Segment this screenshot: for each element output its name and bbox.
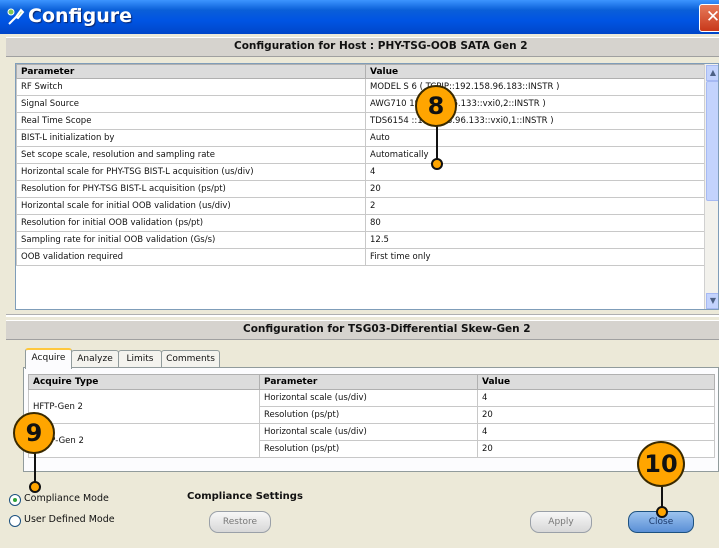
tab-analyze[interactable]: Analyze xyxy=(71,350,119,368)
scroll-thumb[interactable] xyxy=(706,81,718,201)
param-cell: Horizontal scale for initial OOB validat… xyxy=(16,197,366,215)
param-column-header[interactable]: Parameter xyxy=(16,64,366,79)
app-icon xyxy=(7,8,25,25)
window-title: Configure xyxy=(28,5,132,27)
table-row[interactable]: OOB validation required First time only xyxy=(16,248,705,266)
tab-comments[interactable]: Comments xyxy=(161,350,220,368)
table-row[interactable]: MFTP-Gen 2 Horizontal scale (us/div) 4 xyxy=(28,423,715,458)
param-cell: Signal Source xyxy=(16,95,366,113)
callout-8: 8 xyxy=(415,85,457,127)
param-cell: Resolution for PHY-TSG BIST-L acquisitio… xyxy=(16,180,366,198)
callout-10-marker xyxy=(656,506,668,518)
table-row[interactable]: RF Switch MODEL S 6 ( TCPIP::192.158.96.1… xyxy=(16,78,705,96)
acq-value-cell[interactable]: 20 xyxy=(477,406,715,424)
section-divider xyxy=(6,314,719,317)
restore-button[interactable]: Restore xyxy=(209,511,271,533)
table-row[interactable]: Set scope scale, resolution and sampling… xyxy=(16,146,705,164)
callout-9: 9 xyxy=(13,412,55,454)
param-cell: Real Time Scope xyxy=(16,112,366,130)
scroll-up-icon[interactable]: ▲ xyxy=(706,65,718,81)
param-cell: Resolution for initial OOB validation (p… xyxy=(16,214,366,232)
value-cell[interactable]: First time only xyxy=(365,248,705,266)
compliance-mode-label[interactable]: Compliance Mode xyxy=(24,493,109,504)
host-table: Parameter Value RF Switch MODEL S 6 ( TCP… xyxy=(16,64,705,266)
callout-8-marker xyxy=(431,158,443,170)
value-cell[interactable]: 80 xyxy=(365,214,705,232)
acq-value-cell[interactable]: 4 xyxy=(477,423,715,441)
acq-param-cell: Resolution (ps/pt) xyxy=(259,406,478,424)
value-cell[interactable]: MODEL S 6 ( TCPIP::192.158.96.183::INSTR… xyxy=(365,78,705,96)
value-cell[interactable]: 4 xyxy=(365,163,705,181)
host-parameter-table[interactable]: Parameter Value RF Switch MODEL S 6 ( TCP… xyxy=(15,63,719,310)
table-row[interactable]: Horizontal scale for initial OOB validat… xyxy=(16,197,705,215)
value-cell[interactable]: 12.5 xyxy=(365,231,705,249)
acq-value-column-header[interactable]: Value xyxy=(477,374,715,390)
tab-limits[interactable]: Limits xyxy=(118,350,162,368)
value-cell[interactable]: Auto xyxy=(365,129,705,147)
user-defined-mode-radio[interactable] xyxy=(9,515,21,527)
value-cell[interactable]: 2 xyxy=(365,197,705,215)
param-cell: Sampling rate for initial OOB validation… xyxy=(16,231,366,249)
acquire-tab-panel: Acquire Type Parameter Value HFTP-Gen 2H… xyxy=(23,367,719,472)
client-area: Configuration for Host : PHY-TSG-OOB SAT… xyxy=(6,34,719,548)
close-icon[interactable]: ✕ xyxy=(699,4,719,32)
value-cell[interactable]: 20 xyxy=(365,180,705,198)
acquire-type-cell: MFTP-Gen 2 xyxy=(28,423,260,458)
param-cell: OOB validation required xyxy=(16,248,366,266)
table-row[interactable]: Resolution for PHY-TSG BIST-L acquisitio… xyxy=(16,180,705,198)
param-cell: BIST-L initialization by xyxy=(16,129,366,147)
acquire-table[interactable]: Acquire Type Parameter Value HFTP-Gen 2H… xyxy=(28,374,715,458)
table-row[interactable]: Signal Source AWG710 192.158.96.133::vxi0… xyxy=(16,95,705,113)
acquire-type-column-header[interactable]: Acquire Type xyxy=(28,374,260,390)
table-row[interactable]: Sampling rate for initial OOB validation… xyxy=(16,231,705,249)
param-cell: RF Switch xyxy=(16,78,366,96)
value-cell[interactable]: Automatically xyxy=(365,146,705,164)
host-config-header: Configuration for Host : PHY-TSG-OOB SAT… xyxy=(234,40,528,52)
table-row[interactable]: BIST-L initialization by Auto xyxy=(16,129,705,147)
acq-param-column-header[interactable]: Parameter xyxy=(259,374,478,390)
test-config-header: Configuration for TSG03-Differential Ske… xyxy=(243,323,531,335)
table-row[interactable]: HFTP-Gen 2 Horizontal scale (us/div) 4 xyxy=(28,389,715,424)
apply-button[interactable]: Apply xyxy=(530,511,592,533)
value-column-header[interactable]: Value xyxy=(365,64,705,79)
acq-value-cell[interactable]: 4 xyxy=(477,389,715,407)
compliance-settings-label: Compliance Settings xyxy=(187,491,303,502)
param-cell: Horizontal scale for PHY-TSG BIST-L acqu… xyxy=(16,163,366,181)
callout-9-marker xyxy=(29,481,41,493)
acq-param-cell: Horizontal scale (us/div) xyxy=(259,389,478,407)
table-row[interactable]: Resolution for initial OOB validation (p… xyxy=(16,214,705,232)
acq-param-cell: Horizontal scale (us/div) xyxy=(259,423,478,441)
title-bar[interactable]: Configure ✕ xyxy=(0,0,719,34)
tab-acquire[interactable]: Acquire xyxy=(25,348,72,369)
table-row[interactable]: Horizontal scale for PHY-TSG BIST-L acqu… xyxy=(16,163,705,181)
scroll-down-icon[interactable]: ▼ xyxy=(706,293,718,309)
callout-10: 10 xyxy=(637,441,685,487)
acquire-type-cell: HFTP-Gen 2 xyxy=(28,389,260,424)
param-cell: Set scope scale, resolution and sampling… xyxy=(16,146,366,164)
compliance-mode-radio[interactable] xyxy=(9,494,21,506)
host-table-scrollbar[interactable]: ▲ ▼ xyxy=(704,64,718,309)
user-defined-mode-label[interactable]: User Defined Mode xyxy=(24,514,115,525)
acq-param-cell: Resolution (ps/pt) xyxy=(259,440,478,458)
table-row[interactable]: Real Time Scope TDS6154 ::192.158.96.133:… xyxy=(16,112,705,130)
configure-window: Configure ✕ Configuration for Host : PHY… xyxy=(0,0,719,548)
